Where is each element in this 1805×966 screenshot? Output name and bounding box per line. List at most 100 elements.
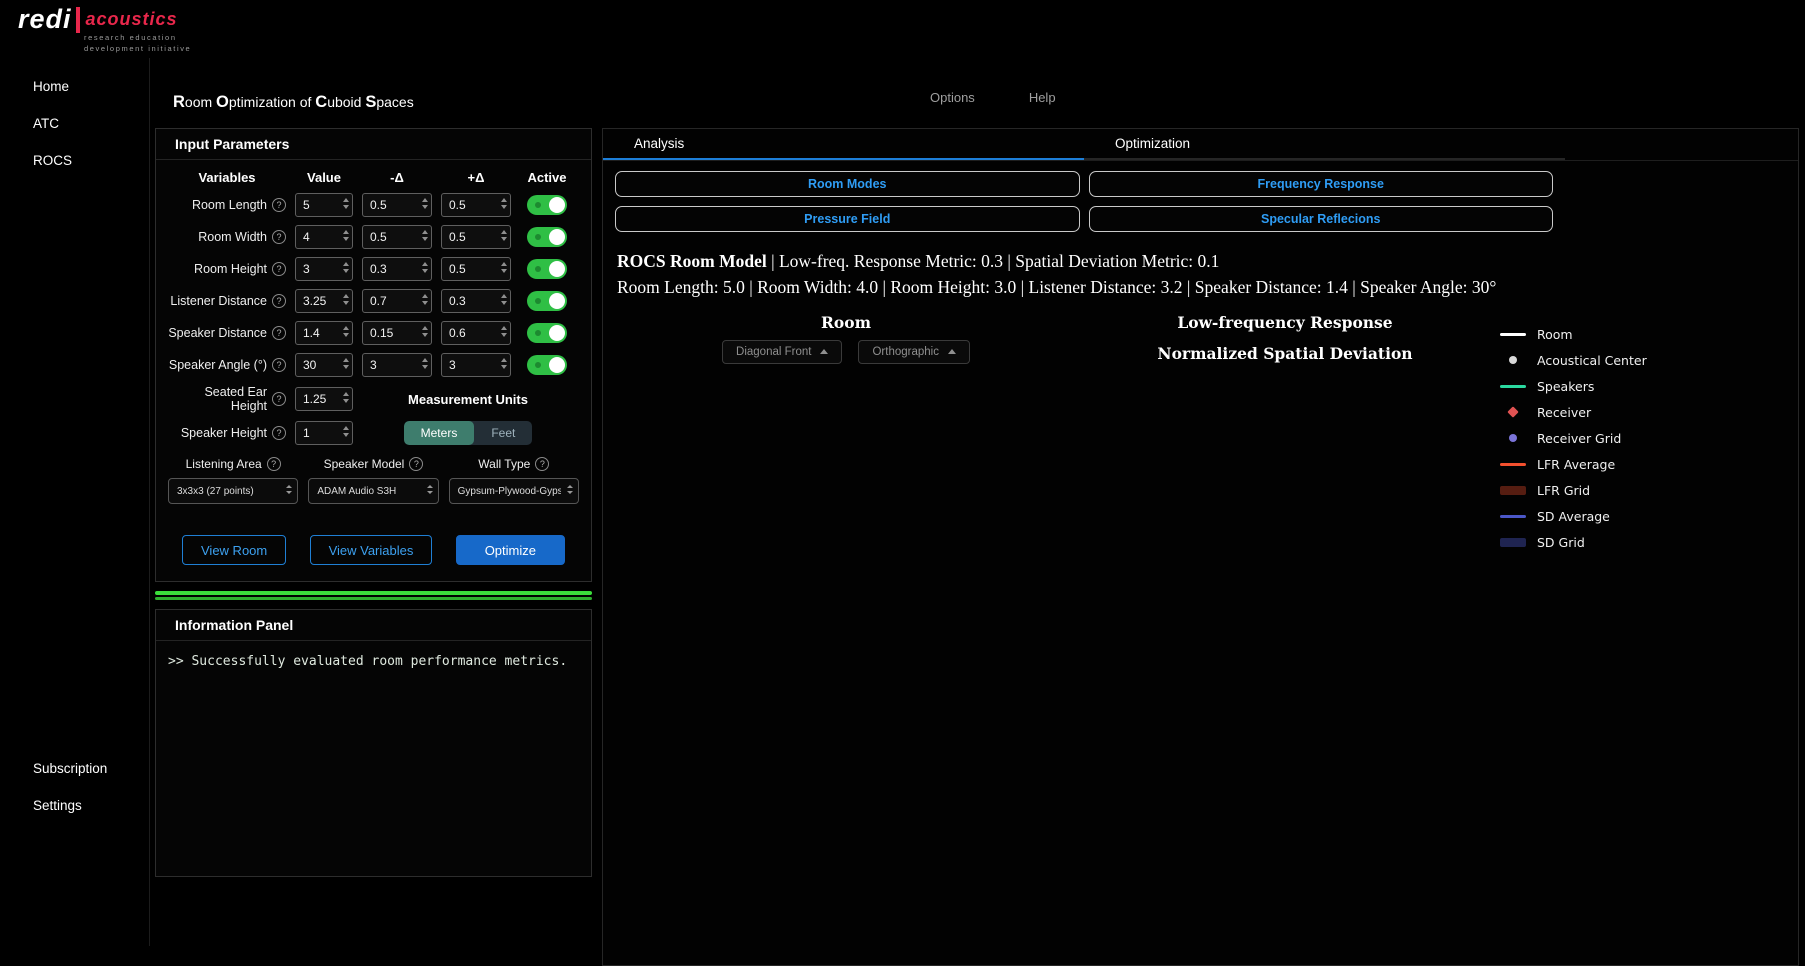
options-button[interactable]: Options (922, 90, 975, 105)
room-height-minus-delta-input[interactable]: 0.3 (362, 257, 432, 281)
speaker-height-value-input[interactable]: 1 (295, 421, 353, 445)
legend-swatch (1499, 385, 1527, 388)
view-control-orthographic[interactable]: Orthographic (858, 340, 969, 364)
speaker-height-value-input-value: 1 (303, 426, 310, 440)
room-height-minus-delta-input-spinner[interactable] (422, 262, 428, 273)
help-button[interactable]: Help (1021, 90, 1056, 105)
sidebar-item-home[interactable]: Home (0, 68, 149, 105)
help-icon[interactable]: ? (272, 294, 286, 308)
view-control-diagonal-front[interactable]: Diagonal Front (722, 340, 842, 364)
help-icon[interactable]: ? (272, 358, 286, 372)
speaker-angle-plus-delta-input-spinner[interactable] (501, 358, 507, 369)
room-width-minus-delta-input-spinner[interactable] (422, 230, 428, 241)
sidebar: HomeATCROCS Subscription Settings (0, 58, 150, 946)
speaker-height-value-input-spinner[interactable] (343, 426, 349, 437)
view-room-button[interactable]: View Room (182, 535, 286, 565)
room-height-plus-delta-input-spinner[interactable] (501, 262, 507, 273)
tab-optimization[interactable]: Optimization (1084, 129, 1565, 160)
listener-distance-value-input-spinner[interactable] (343, 294, 349, 305)
speaker-distance-value-input-spinner[interactable] (343, 326, 349, 337)
speaker-distance-plus-delta-input-spinner[interactable] (501, 326, 507, 337)
help-icon[interactable]: ? (272, 392, 286, 406)
room-height-value-input-spinner[interactable] (343, 262, 349, 273)
room-height-active-toggle[interactable] (527, 259, 567, 279)
analysis-button-pressure-field[interactable]: Pressure Field (615, 206, 1080, 232)
progress-bar-bottom (155, 597, 592, 600)
room-width-plus-delta-input[interactable]: 0.5 (441, 225, 511, 249)
help-icon[interactable]: ? (272, 198, 286, 212)
legend-marker-band (1500, 538, 1526, 547)
room-length-plus-delta-input-spinner[interactable] (501, 198, 507, 209)
listener-distance-active-toggle[interactable] (527, 291, 567, 311)
unit-option-meters[interactable]: Meters (404, 421, 475, 445)
app-logo[interactable]: redi acoustics research education develo… (18, 4, 191, 53)
sidebar-item-atc[interactable]: ATC (0, 105, 149, 142)
room-width-value-input[interactable]: 4 (295, 225, 353, 249)
triangle-up-icon (820, 349, 828, 354)
speaker-distance-value-input[interactable]: 1.4 (295, 321, 353, 345)
legend-item-sd-grid: SD Grid (1499, 535, 1677, 550)
help-icon[interactable]: ? (272, 230, 286, 244)
param-label-speaker-distance: Speaker Distance? (168, 326, 286, 340)
legend-item-acoustical-center: Acoustical Center (1499, 353, 1677, 368)
listener-distance-minus-delta-input-spinner[interactable] (422, 294, 428, 305)
analysis-button-frequency-response[interactable]: Frequency Response (1089, 171, 1554, 197)
room-width-value-input-spinner[interactable] (343, 230, 349, 241)
help-icon[interactable]: ? (267, 457, 281, 471)
room-length-value-input-spinner[interactable] (343, 198, 349, 209)
wall-type-select[interactable]: Gypsum-Plywood-Gypsum (449, 478, 579, 504)
speaker-distance-minus-delta-input-spinner[interactable] (422, 326, 428, 337)
room-length-value-input[interactable]: 5 (295, 193, 353, 217)
help-icon[interactable]: ? (272, 426, 286, 440)
room-height-plus-delta-input[interactable]: 0.5 (441, 257, 511, 281)
sidebar-item-rocs[interactable]: ROCS (0, 142, 149, 179)
room-width-minus-delta-input[interactable]: 0.5 (362, 225, 432, 249)
view-variables-button[interactable]: View Variables (310, 535, 433, 565)
speaker-angle-plus-delta-input[interactable]: 3 (441, 353, 511, 377)
listener-distance-value-input[interactable]: 3.25 (295, 289, 353, 313)
speaker-distance-minus-delta-input[interactable]: 0.15 (362, 321, 432, 345)
toggle-cell (520, 355, 574, 375)
room-height-value-input[interactable]: 3 (295, 257, 353, 281)
speaker-angle-value-input[interactable]: 30 (295, 353, 353, 377)
legend-label: Room (1537, 327, 1573, 342)
wall-type-group: Wall Type?Gypsum-Plywood-Gypsum (449, 457, 579, 504)
speaker-angle-minus-delta-input-spinner[interactable] (422, 358, 428, 369)
sidebar-item-settings[interactable]: Settings (0, 787, 149, 824)
seated-ear-height-value-input-spinner[interactable] (343, 392, 349, 403)
speaker-angle-minus-delta-input[interactable]: 3 (362, 353, 432, 377)
room-length-active-toggle[interactable] (527, 195, 567, 215)
legend-label: Speakers (1537, 379, 1594, 394)
listening-area-select[interactable]: 3x3x3 (27 points) (168, 478, 298, 504)
speaker-angle-value-input-spinner[interactable] (343, 358, 349, 369)
help-icon[interactable]: ? (535, 457, 549, 471)
help-icon[interactable]: ? (272, 262, 286, 276)
room-length-minus-delta-input-spinner[interactable] (422, 198, 428, 209)
speaker-distance-active-toggle[interactable] (527, 323, 567, 343)
room-length-plus-delta-input[interactable]: 0.5 (441, 193, 511, 217)
listener-distance-plus-delta-input-spinner[interactable] (501, 294, 507, 305)
help-icon[interactable]: ? (272, 326, 286, 340)
listener-distance-minus-delta-input[interactable]: 0.7 (362, 289, 432, 313)
analysis-button-room-modes[interactable]: Room Modes (615, 171, 1080, 197)
analysis-button-specular-reflecions[interactable]: Specular Reflecions (1089, 206, 1554, 232)
optimize-button[interactable]: Optimize (456, 535, 565, 565)
room-height-value-input-value: 3 (303, 262, 310, 276)
param-label-text: Room Width (198, 230, 267, 244)
speaker-angle-active-toggle[interactable] (527, 355, 567, 375)
unit-option-feet[interactable]: Feet (474, 421, 532, 445)
listener-distance-plus-delta-input[interactable]: 0.3 (441, 289, 511, 313)
tab-analysis[interactable]: Analysis (603, 129, 1084, 160)
sidebar-item-subscription[interactable]: Subscription (0, 750, 149, 787)
room-length-minus-delta-input[interactable]: 0.5 (362, 193, 432, 217)
seated-ear-height-value-input[interactable]: 1.25 (295, 387, 353, 411)
speaker-distance-plus-delta-input[interactable]: 0.6 (441, 321, 511, 345)
help-icon[interactable]: ? (409, 457, 423, 471)
options-label: Options (930, 90, 975, 105)
room-width-active-toggle[interactable] (527, 227, 567, 247)
sidebar-account-button[interactable] (0, 728, 149, 750)
view-control-value: Diagonal Front (736, 346, 811, 358)
speaker-distance-plus-delta-input-value: 0.6 (449, 326, 466, 340)
room-width-plus-delta-input-spinner[interactable] (501, 230, 507, 241)
speaker-model-select[interactable]: ADAM Audio S3H (308, 478, 438, 504)
